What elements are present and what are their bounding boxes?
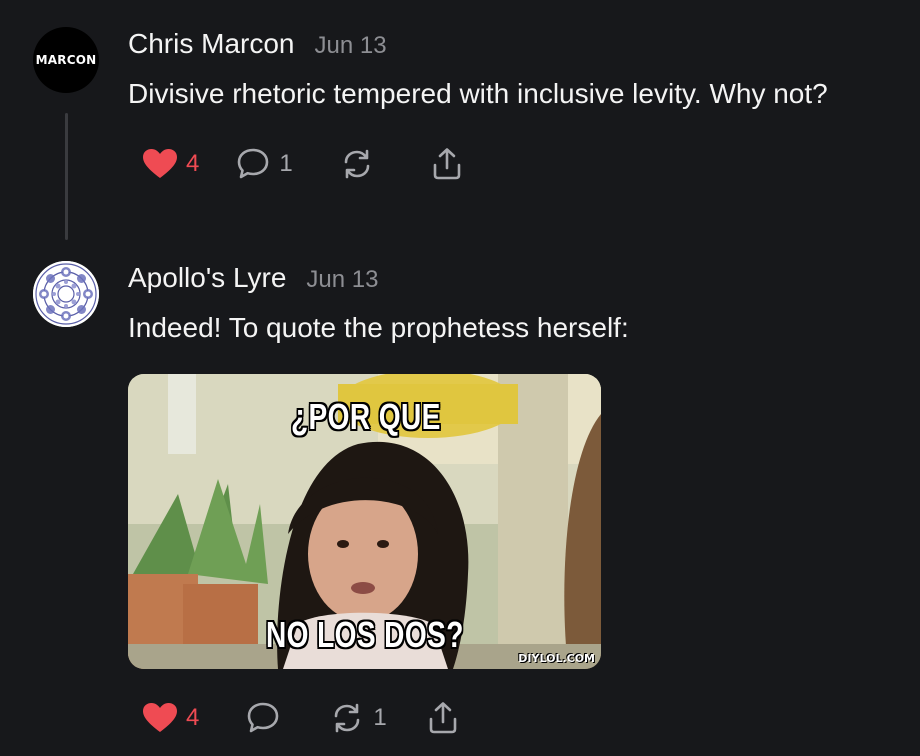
share-button[interactable] [429, 146, 465, 182]
meme-watermark: DIYLOL.COM [518, 652, 595, 665]
like-count: 4 [186, 150, 200, 177]
post-apollos-lyre: Apollo's Lyre Jun 13 Indeed! To quote th… [128, 262, 629, 344]
post-chris-marcon: Chris Marcon Jun 13 Divisive rhetoric te… [128, 28, 828, 110]
post-date[interactable]: Jun 13 [314, 32, 386, 60]
share-icon [433, 148, 461, 180]
post-text: Indeed! To quote the prophetess herself: [128, 312, 629, 343]
avatar-chris-marcon[interactable]: MARCON [33, 27, 99, 93]
comment-button[interactable] [245, 700, 289, 736]
restack-button[interactable]: 1 [329, 700, 387, 736]
meme-caption-top: ¿POR QUE [291, 396, 441, 437]
author-name[interactable]: Chris Marcon [128, 28, 294, 60]
meme-caption-bottom: NO LOS DOS? [266, 614, 464, 655]
post-date[interactable]: Jun 13 [306, 266, 378, 294]
author-name[interactable]: Apollo's Lyre [128, 262, 286, 294]
comment-icon [238, 148, 269, 179]
mandala-pattern-image [33, 261, 99, 327]
post-header: Chris Marcon Jun 13 [128, 28, 828, 60]
like-button[interactable]: 4 [142, 148, 199, 180]
comment-icon [248, 702, 279, 733]
share-button[interactable] [425, 700, 461, 736]
avatar-apollos-lyre[interactable] [33, 261, 99, 327]
like-button[interactable]: 4 [142, 702, 199, 734]
post-text: Divisive rhetoric tempered with inclusiv… [128, 78, 828, 109]
heart-icon [143, 703, 177, 732]
post-header: Apollo's Lyre Jun 13 [128, 262, 629, 294]
share-icon [429, 702, 457, 734]
restack-count: 1 [373, 704, 387, 731]
avatar-logo-text: MARCON [35, 53, 97, 67]
restack-icon [344, 149, 370, 179]
restack-button[interactable] [339, 146, 383, 182]
restack-icon [335, 703, 360, 733]
thread: MARCON Chris Marcon Jun 13 Divisive rhet… [0, 0, 920, 756]
like-count: 4 [186, 704, 200, 731]
thread-connector-line [65, 113, 68, 240]
post-actions: 4 1 [142, 144, 465, 184]
comment-count: 1 [279, 150, 293, 177]
post-image-meme[interactable]: ¿POR QUE NO LOS DOS? DIYLOL.COM [128, 374, 601, 669]
comment-button[interactable]: 1 [235, 146, 293, 182]
heart-icon [143, 149, 177, 178]
post-actions: 4 1 [142, 698, 461, 738]
